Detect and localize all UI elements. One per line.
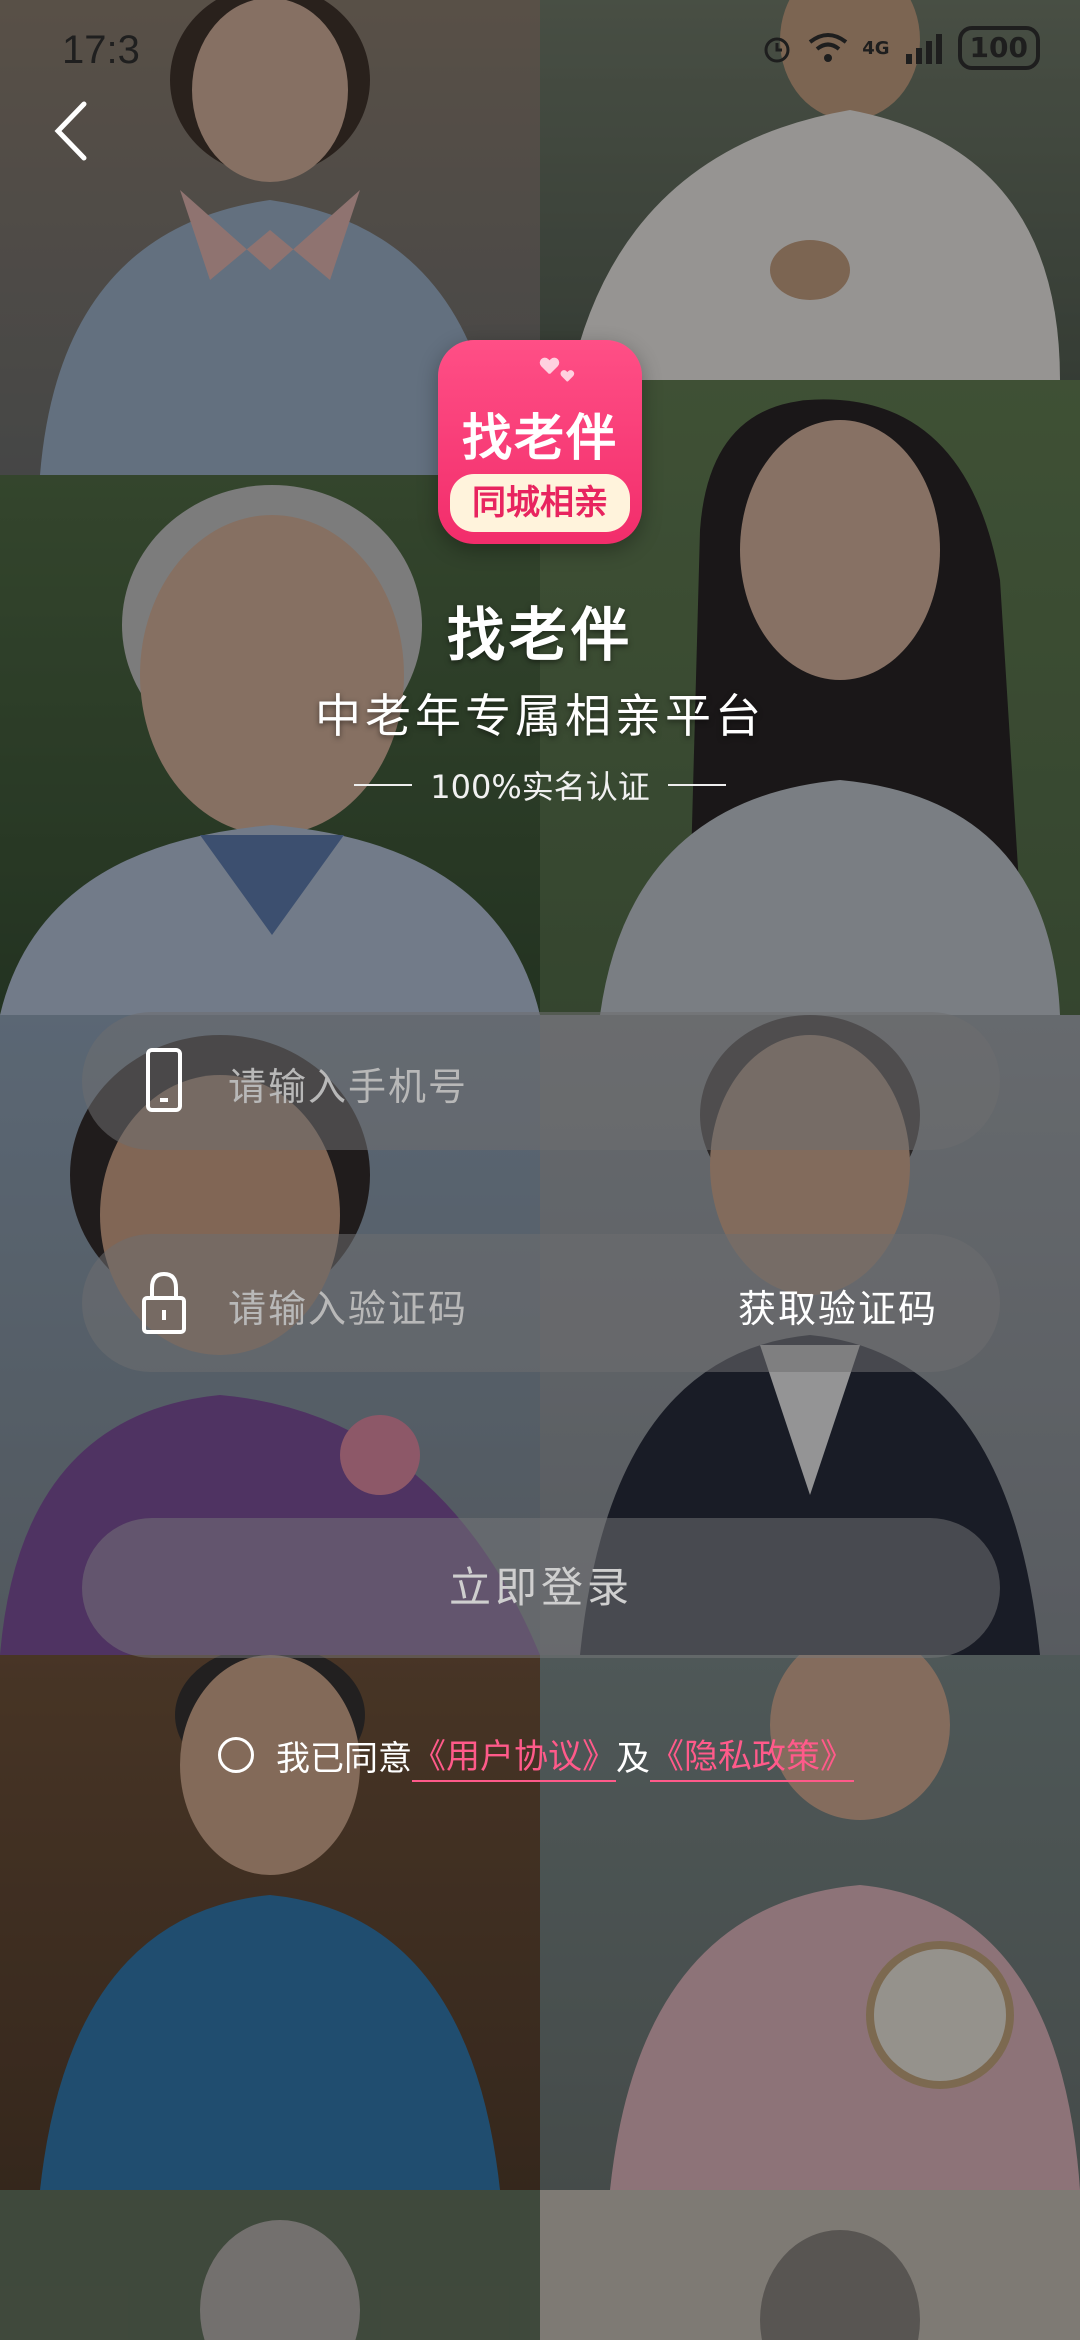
tagline-text: 100%实名认证 bbox=[430, 768, 650, 806]
signal-icon bbox=[905, 34, 942, 64]
divider bbox=[354, 784, 413, 786]
user-agreement-link[interactable]: 《用户协议》 bbox=[412, 1729, 616, 1782]
agree-conjunction: 及 bbox=[616, 1738, 650, 1779]
app-slogan: 中老年专属相亲平台 bbox=[315, 689, 765, 743]
app-title: 找老伴 bbox=[446, 601, 633, 669]
heart-icon bbox=[561, 370, 574, 381]
agree-prefix: 我已同意 bbox=[276, 1738, 412, 1779]
login-button[interactable]: 立即登录 bbox=[82, 1518, 1000, 1658]
status-icons: 4G 100 bbox=[760, 26, 1040, 70]
privacy-policy-link[interactable]: 《隐私政策》 bbox=[650, 1729, 854, 1782]
lock-icon bbox=[142, 1271, 186, 1334]
network-type: 4G bbox=[862, 37, 890, 59]
heart-icon bbox=[540, 358, 558, 374]
agree-checkbox[interactable] bbox=[218, 1737, 254, 1773]
phone-icon bbox=[146, 1048, 182, 1112]
code-placeholder: 请输入验证码 bbox=[228, 1287, 469, 1331]
back-button[interactable] bbox=[44, 96, 104, 166]
logo-subtitle: 同城相亲 bbox=[450, 474, 630, 532]
battery-icon: 100 bbox=[957, 26, 1040, 70]
phone-input[interactable]: 请输入手机号 bbox=[82, 1012, 1000, 1150]
status-time: 17:3 bbox=[62, 28, 140, 72]
login-screen: 17:3 4G 100 找老伴 同城相亲 找老伴 中老年专属相亲平台 100%实… bbox=[0, 0, 1080, 2340]
back-arrow-icon bbox=[54, 101, 87, 161]
app-logo: 找老伴 同城相亲 bbox=[438, 340, 642, 544]
divider bbox=[667, 784, 726, 786]
get-code-button[interactable]: 获取验证码 bbox=[738, 1278, 938, 1333]
phone-placeholder: 请输入手机号 bbox=[228, 1065, 469, 1109]
agreement-row: 我已同意 《用户协议》 及 《隐私政策》 bbox=[218, 1729, 854, 1782]
verification-tagline: 100%实名认证 bbox=[0, 762, 1080, 808]
logo-title: 找老伴 bbox=[462, 409, 618, 467]
verification-code-input[interactable]: 请输入验证码 获取验证码 bbox=[82, 1234, 1000, 1372]
status-bar: 17:3 4G 100 bbox=[0, 0, 1080, 100]
wifi-icon bbox=[809, 33, 848, 62]
alarm-icon bbox=[764, 37, 790, 63]
